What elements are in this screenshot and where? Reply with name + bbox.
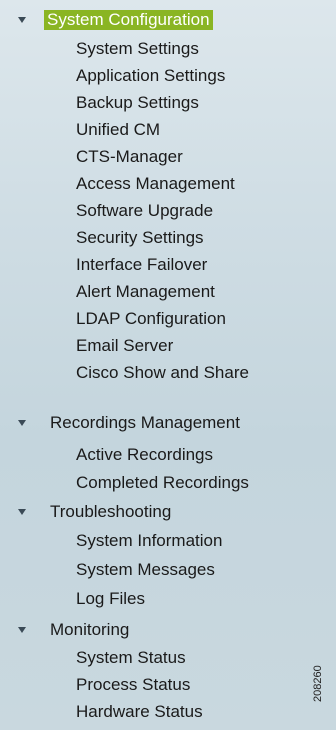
nav-item-cts-manager[interactable]: CTS-Manager xyxy=(76,144,183,170)
expand-arrow-icon[interactable] xyxy=(18,627,26,633)
nav-item-application-settings[interactable]: Application Settings xyxy=(76,63,225,89)
section-label[interactable]: System Configuration xyxy=(44,10,213,30)
nav-item-hardware-status[interactable]: Hardware Status xyxy=(76,699,203,725)
nav-item-system-messages[interactable]: System Messages xyxy=(76,557,215,583)
nav-item-backup-settings[interactable]: Backup Settings xyxy=(76,90,199,116)
section-label[interactable]: Troubleshooting xyxy=(47,502,174,522)
nav-item-system-settings[interactable]: System Settings xyxy=(76,36,199,62)
nav-item-software-upgrade[interactable]: Software Upgrade xyxy=(76,198,213,224)
nav-item-system-status[interactable]: System Status xyxy=(76,645,186,671)
nav-item-completed-recordings[interactable]: Completed Recordings xyxy=(76,470,249,496)
nav-item-ldap-configuration[interactable]: LDAP Configuration xyxy=(76,306,226,332)
nav-item-interface-failover[interactable]: Interface Failover xyxy=(76,252,207,278)
nav-item-security-settings[interactable]: Security Settings xyxy=(76,225,204,251)
nav-item-active-recordings[interactable]: Active Recordings xyxy=(76,442,213,468)
nav-item-email-server[interactable]: Email Server xyxy=(76,333,173,359)
nav-item-process-status[interactable]: Process Status xyxy=(76,672,190,698)
nav-item-unified-cm[interactable]: Unified CM xyxy=(76,117,160,143)
expand-arrow-icon[interactable] xyxy=(18,17,26,23)
section-label[interactable]: Monitoring xyxy=(47,620,132,640)
section-label[interactable]: Recordings Management xyxy=(47,413,243,433)
expand-arrow-icon[interactable] xyxy=(18,420,26,426)
nav-item-log-files[interactable]: Log Files xyxy=(76,586,145,612)
nav-item-access-management[interactable]: Access Management xyxy=(76,171,235,197)
nav-item-cisco-show-and-share[interactable]: Cisco Show and Share xyxy=(76,360,249,386)
expand-arrow-icon[interactable] xyxy=(18,509,26,515)
nav-item-system-information[interactable]: System Information xyxy=(76,528,222,554)
nav-item-alert-management[interactable]: Alert Management xyxy=(76,279,215,305)
figure-id-label: 208260 xyxy=(312,665,324,702)
navigation-tree: System Configuration System Settings App… xyxy=(0,0,318,730)
